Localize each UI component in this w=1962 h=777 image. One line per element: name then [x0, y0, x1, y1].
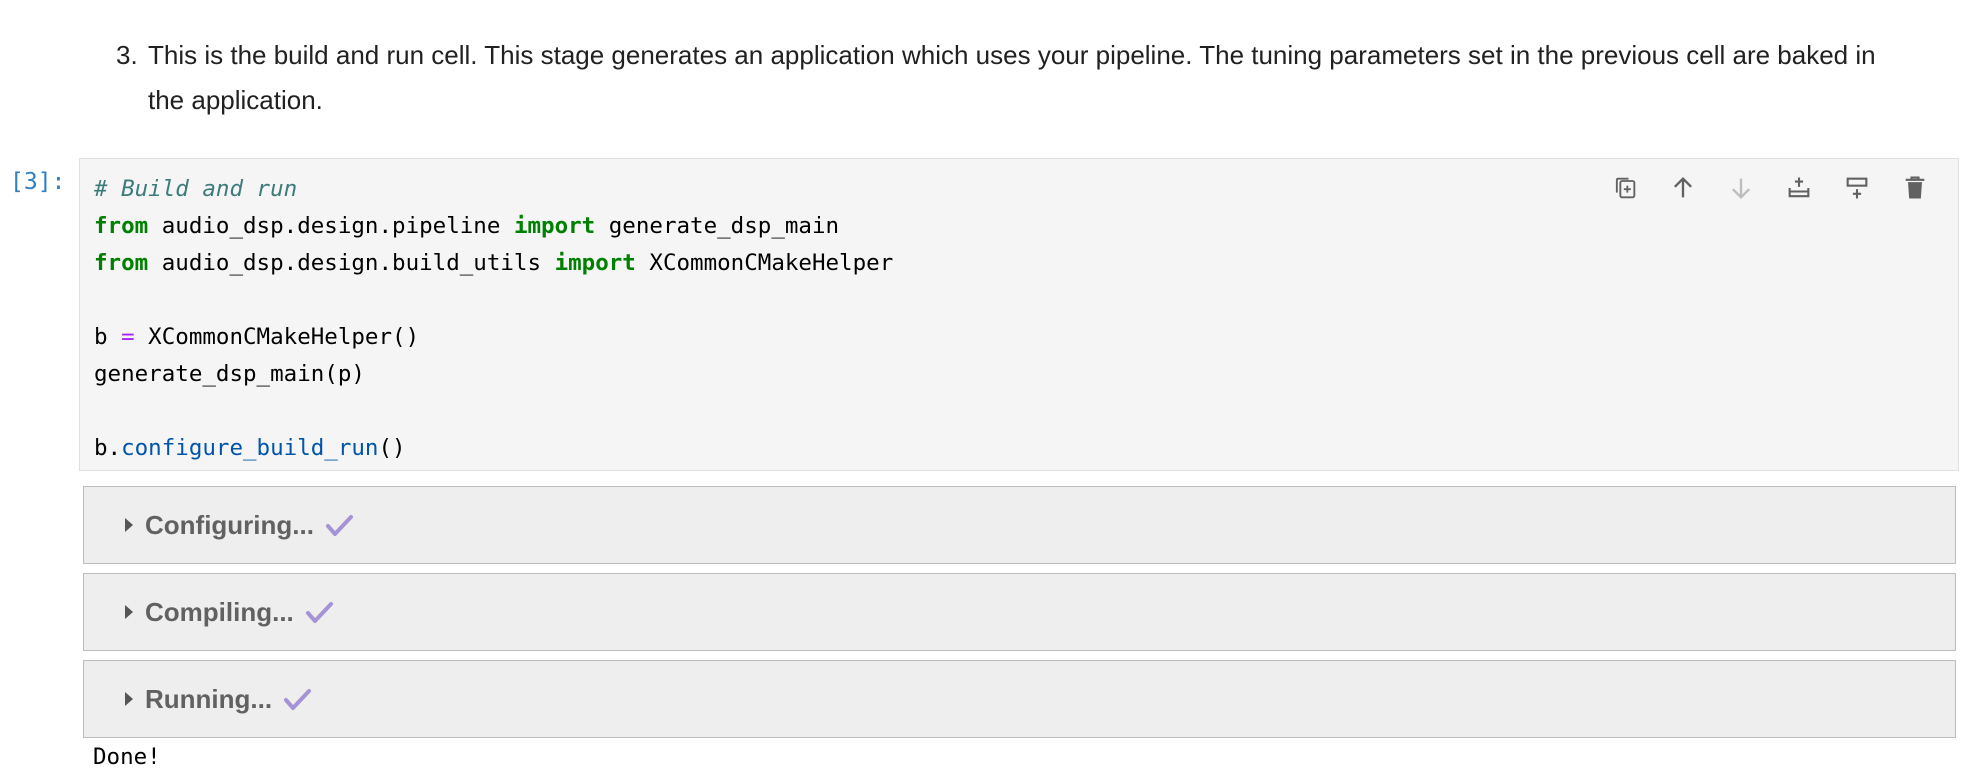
- code-module: audio_dsp.design.pipeline: [148, 213, 514, 239]
- running-accordion[interactable]: Running...: [83, 660, 1956, 738]
- insert-below-icon: [1846, 177, 1868, 199]
- list-number: 3.: [116, 40, 138, 70]
- accordion-label: Running...: [145, 683, 273, 714]
- code-block[interactable]: # Build and run from audio_dsp.design.pi…: [94, 171, 893, 467]
- caret-right-icon: [125, 692, 133, 706]
- insert-below-button[interactable]: [1828, 167, 1886, 209]
- insert-above-icon: [1788, 177, 1810, 198]
- keyword-from: from: [94, 250, 149, 276]
- code-var: b: [94, 324, 122, 350]
- markdown-list-item: 3. This is the build and run cell. This …: [116, 33, 1916, 123]
- check-icon: [282, 686, 312, 712]
- insert-above-button[interactable]: [1770, 167, 1828, 209]
- arrow-down-icon: [1732, 178, 1750, 199]
- keyword-import: import: [513, 213, 596, 239]
- configuring-accordion[interactable]: Configuring...: [83, 486, 1956, 564]
- code-object: b.: [94, 435, 122, 461]
- code-name: generate_dsp_main: [595, 213, 840, 239]
- duplicate-button[interactable]: [1596, 167, 1654, 209]
- code-call: generate_dsp_main(p): [94, 361, 365, 387]
- code-cell-editor[interactable]: # Build and run from audio_dsp.design.pi…: [79, 158, 1959, 471]
- arrow-up-icon: [1674, 177, 1692, 198]
- caret-right-icon: [125, 518, 133, 532]
- output-done-text: Done!: [93, 744, 161, 770]
- code-method: configure_build_run: [121, 435, 379, 461]
- duplicate-icon: [1615, 177, 1636, 199]
- code-operator: =: [121, 324, 135, 350]
- notebook-page: 3. This is the build and run cell. This …: [0, 0, 1962, 777]
- code-comment: # Build and run: [94, 176, 298, 202]
- caret-right-icon: [125, 605, 133, 619]
- cell-toolbar: [1596, 167, 1944, 209]
- code-name: XCommonCMakeHelper: [635, 250, 894, 276]
- accordion-label: Compiling...: [145, 596, 294, 627]
- trash-icon: [1905, 176, 1925, 199]
- markdown-text: This is the build and run cell. This sta…: [148, 40, 1876, 115]
- code-module: audio_dsp.design.build_utils: [148, 250, 555, 276]
- delete-button[interactable]: [1886, 167, 1944, 209]
- code-call: XCommonCMakeHelper(): [134, 324, 420, 350]
- check-icon: [324, 512, 354, 538]
- code-parens: (): [378, 435, 406, 461]
- execution-prompt: [3]:: [10, 169, 66, 195]
- compiling-accordion[interactable]: Compiling...: [83, 573, 1956, 651]
- keyword-from: from: [94, 213, 149, 239]
- move-up-button[interactable]: [1654, 167, 1712, 209]
- move-down-button[interactable]: [1712, 167, 1770, 209]
- keyword-import: import: [554, 250, 636, 276]
- accordion-label: Configuring...: [145, 509, 314, 540]
- check-icon: [304, 599, 334, 625]
